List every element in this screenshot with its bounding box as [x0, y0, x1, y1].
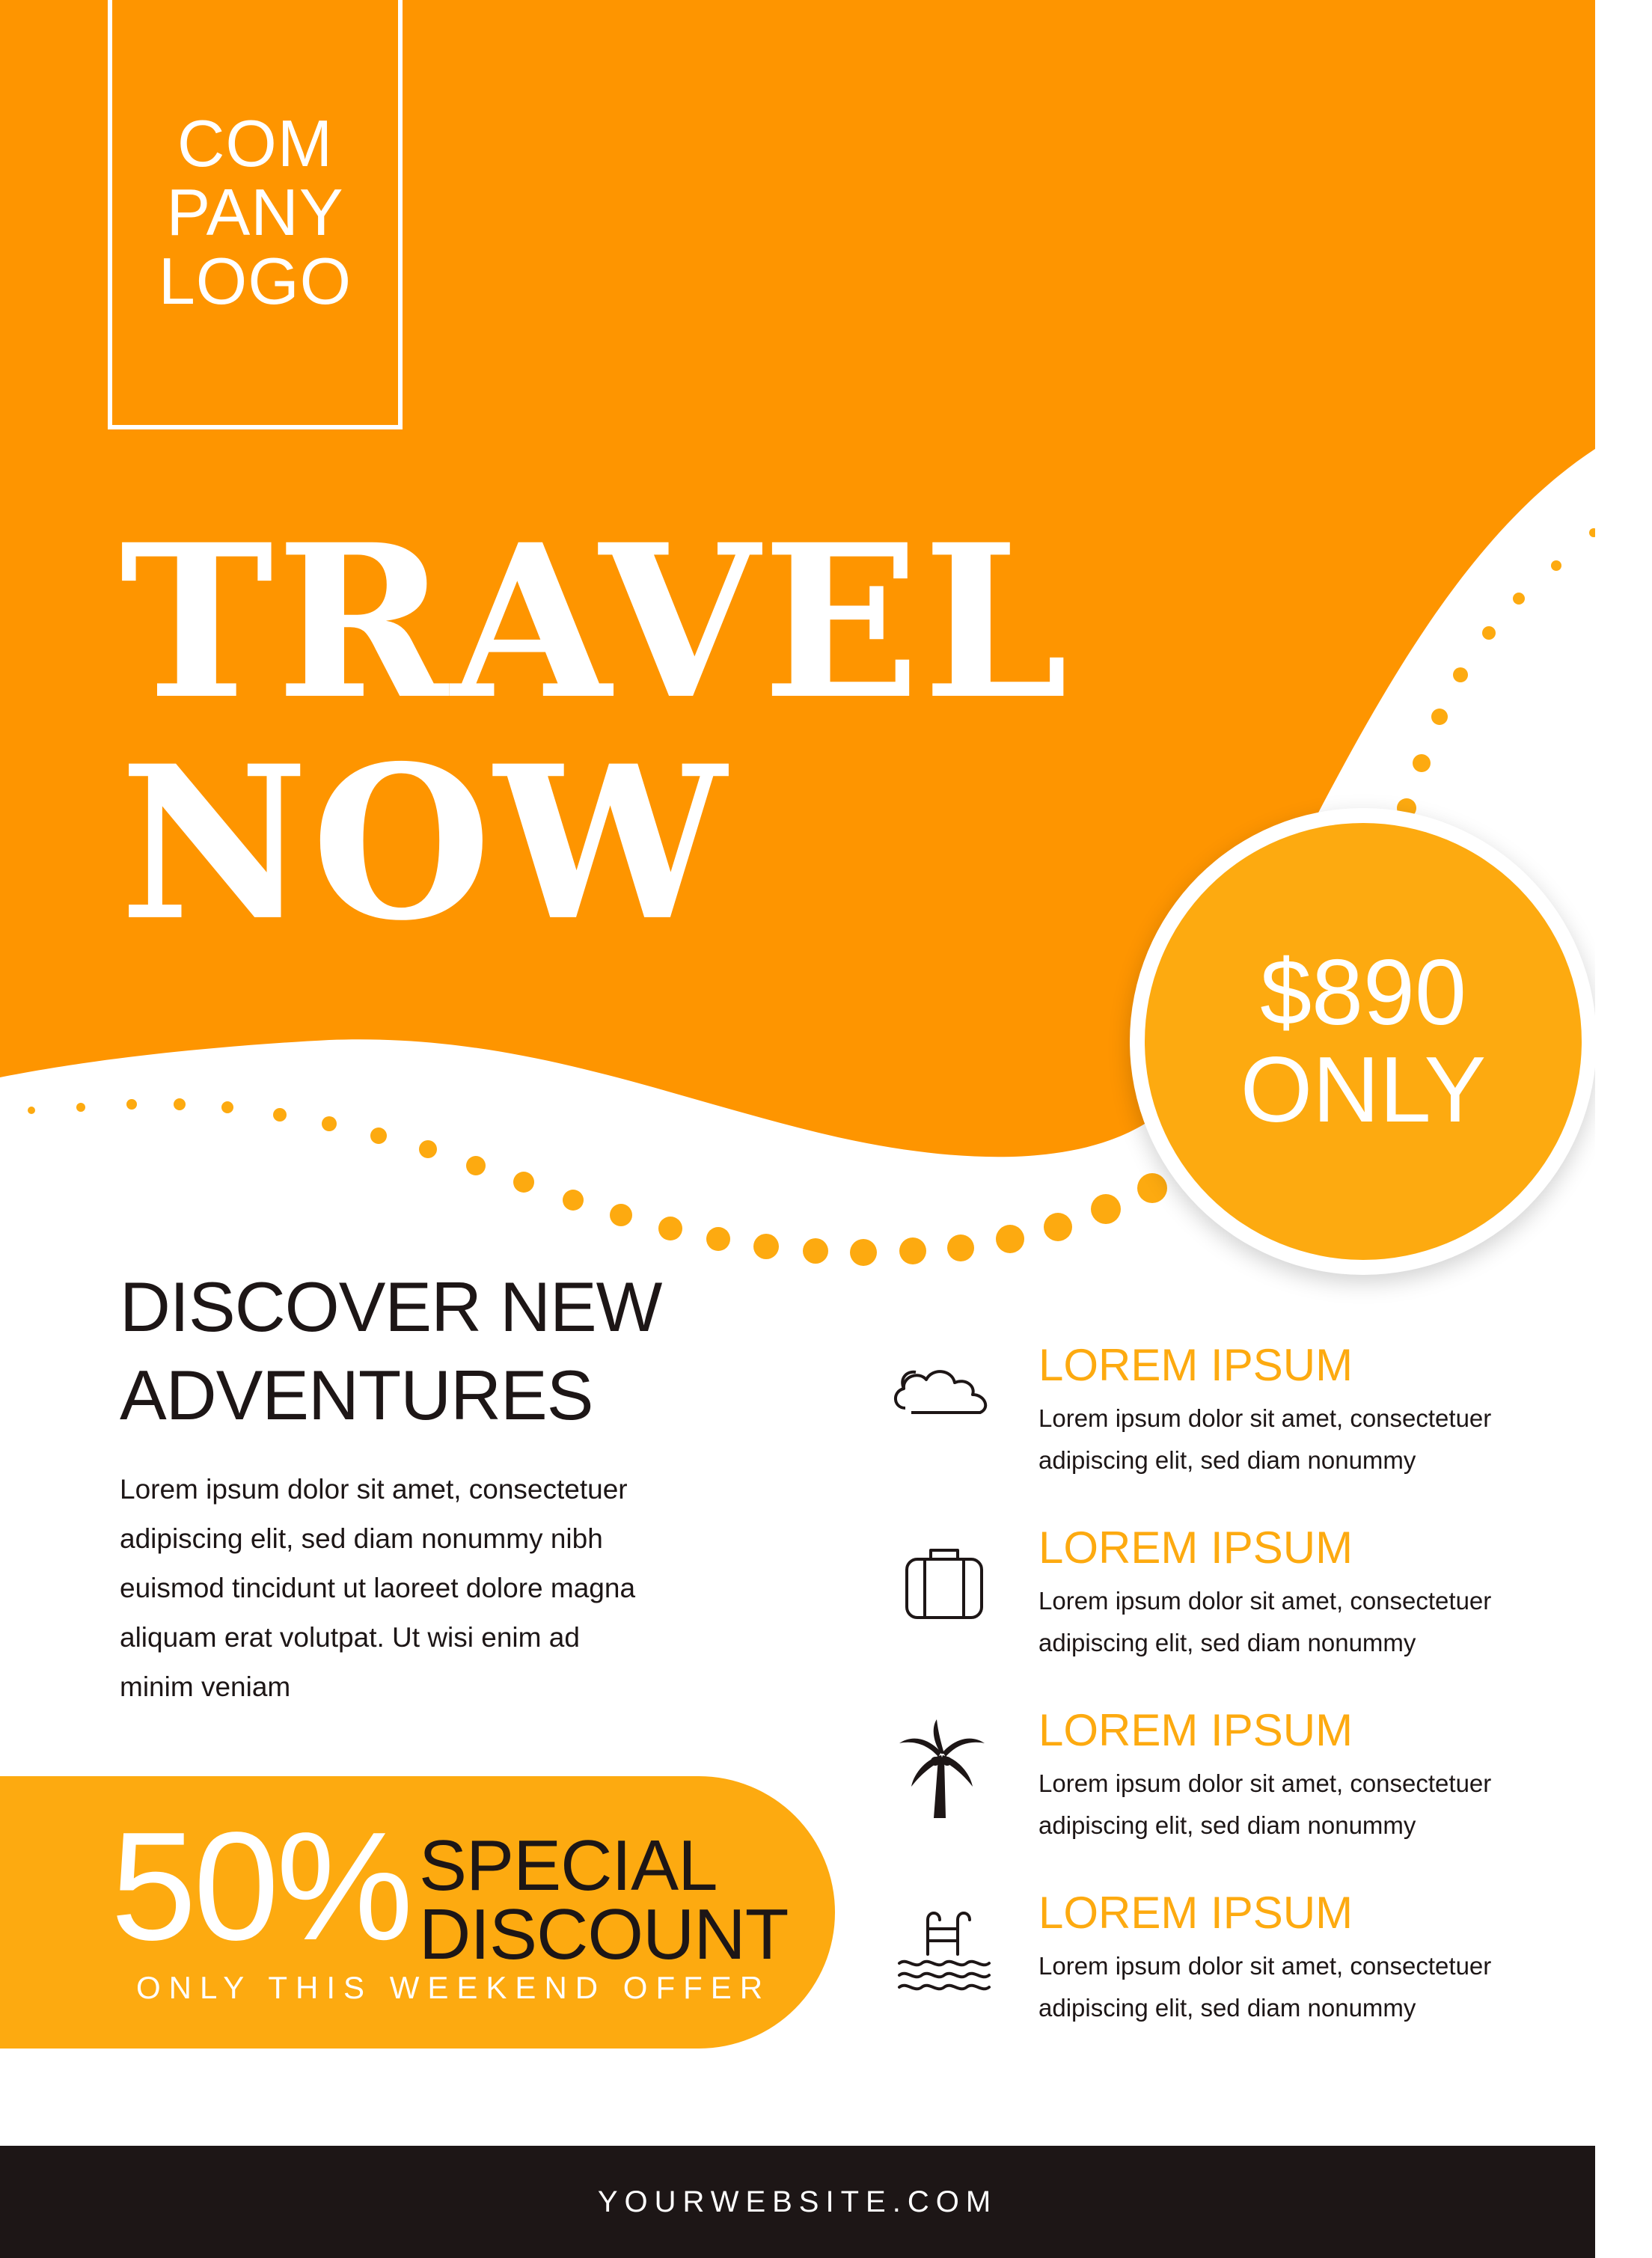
dot: [996, 1225, 1024, 1253]
intro-title: DISCOVER NEW ADVENTURES: [120, 1263, 662, 1439]
dot: [174, 1098, 186, 1110]
discount-subline: ONLY THIS WEEKEND OFFER: [136, 1970, 771, 2005]
dot: [803, 1238, 828, 1264]
palm-tree-icon: [899, 1719, 985, 1818]
dot: [658, 1217, 682, 1240]
feature-title: LOREM IPSUM: [1038, 1705, 1353, 1755]
dot: [563, 1190, 584, 1211]
discount-label: SPECIAL DISCOUNT: [419, 1826, 789, 1974]
price-label: ONLY: [1240, 1038, 1487, 1142]
logo-line-2: PANY: [166, 175, 344, 249]
feature-item: LOREM IPSUM Lorem ipsum dolor sit amet, …: [889, 1887, 1562, 2044]
suitcase-icon: [905, 1549, 983, 1619]
dot: [706, 1227, 730, 1251]
feature-title: LOREM IPSUM: [1038, 1888, 1353, 1938]
discount-percent: 50%: [111, 1800, 413, 1972]
feature-desc: Lorem ipsum dolor sit amet, consectetuer…: [1038, 1769, 1492, 1839]
headline-line-2: NOW: [120, 720, 729, 968]
website-link[interactable]: YOURWEBSITE.COM: [598, 2185, 997, 2219]
dot: [850, 1239, 877, 1266]
headline: TRAVEL NOW: [120, 512, 1071, 955]
discount-discount: DISCOUNT: [419, 1894, 789, 1974]
dot: [126, 1099, 137, 1110]
dot: [1413, 754, 1431, 772]
footer-bar: YOURWEBSITE.COM: [0, 2146, 1595, 2258]
intro-title-line-2: ADVENTURES: [120, 1356, 593, 1434]
dot: [1453, 667, 1468, 682]
feature-desc: Lorem ipsum dolor sit amet, consectetuer…: [1038, 1587, 1492, 1656]
dot: [1431, 709, 1448, 725]
dot: [466, 1156, 486, 1175]
headline-line-1: TRAVEL: [120, 498, 1071, 747]
price-badge: $890 ONLY: [1130, 808, 1597, 1275]
dot: [899, 1237, 926, 1264]
dot: [1044, 1213, 1072, 1241]
page-margin: [1595, 0, 1652, 2258]
feature-title: LOREM IPSUM: [1038, 1523, 1353, 1573]
dot: [273, 1108, 287, 1122]
dot: [370, 1128, 387, 1144]
logo-line-1: COM: [177, 106, 334, 180]
dot: [947, 1234, 974, 1261]
dot: [1482, 626, 1496, 640]
dot: [1091, 1194, 1121, 1224]
company-logo-box: COM PANY LOGO: [108, 0, 403, 429]
dot: [610, 1204, 632, 1226]
feature-title: LOREM IPSUM: [1038, 1340, 1353, 1390]
dot: [28, 1107, 35, 1114]
intro-body: Lorem ipsum dolor sit amet, consectetuer…: [120, 1474, 636, 1702]
dot: [322, 1116, 337, 1131]
pool-ladder-icon: [898, 1912, 991, 1991]
price-badge-inner: $890 ONLY: [1145, 823, 1582, 1260]
dot: [513, 1172, 534, 1193]
dot: [221, 1101, 233, 1113]
dot: [753, 1234, 779, 1259]
cloud-icon: [894, 1370, 988, 1414]
dot: [1513, 593, 1525, 605]
dot: [1551, 560, 1561, 571]
discount-special: SPECIAL: [419, 1826, 718, 1906]
feature-item: LOREM IPSUM Lorem ipsum dolor sit amet, …: [889, 1704, 1562, 1861]
feature-item: LOREM IPSUM Lorem ipsum dolor sit amet, …: [889, 1522, 1562, 1679]
feature-desc: Lorem ipsum dolor sit amet, consectetuer…: [1038, 1952, 1492, 2022]
dot: [76, 1103, 85, 1112]
price-amount: $890: [1260, 941, 1466, 1044]
dot: [419, 1140, 437, 1158]
dot: [1137, 1173, 1167, 1203]
feature-desc: Lorem ipsum dolor sit amet, consectetuer…: [1038, 1404, 1492, 1474]
feature-item: LOREM IPSUM Lorem ipsum dolor sit amet, …: [889, 1339, 1562, 1496]
intro-title-line-1: DISCOVER NEW: [120, 1267, 662, 1346]
logo-line-3: LOGO: [158, 244, 352, 318]
